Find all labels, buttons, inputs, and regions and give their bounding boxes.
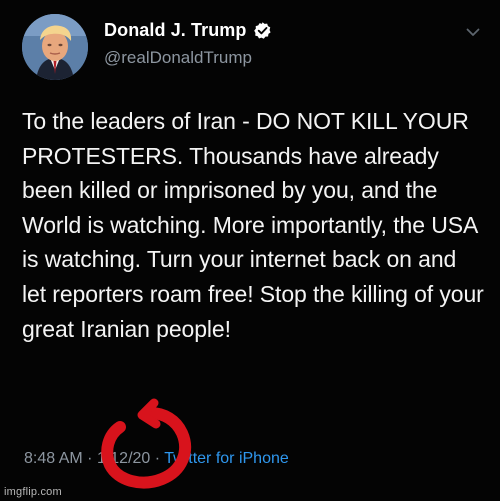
tweet-card: Donald J. Trump @realDonaldTrump To the … (0, 0, 500, 501)
avatar[interactable] (22, 14, 88, 80)
verified-badge-icon (254, 22, 271, 39)
tweet-source-link[interactable]: Twitter for iPhone (164, 450, 289, 467)
tweet-metadata: 8:48 AM · 1/12/20 · Twitter for iPhone (24, 450, 289, 468)
tweet-time[interactable]: 8:48 AM (24, 450, 83, 467)
avatar-image (22, 14, 88, 80)
tweet-separator-2: · (154, 450, 161, 467)
tweet-separator: · (87, 450, 93, 467)
imgflip-watermark: imgflip.com (4, 486, 62, 498)
user-handle[interactable]: @realDonaldTrump (104, 48, 252, 68)
display-name[interactable]: Donald J. Trump (104, 20, 247, 41)
chevron-down-icon[interactable] (466, 28, 480, 37)
red-circle-annotation (101, 398, 192, 489)
tweet-date[interactable]: 1/12/20 (97, 450, 150, 467)
tweet-text: To the leaders of Iran - DO NOT KILL YOU… (22, 108, 484, 342)
